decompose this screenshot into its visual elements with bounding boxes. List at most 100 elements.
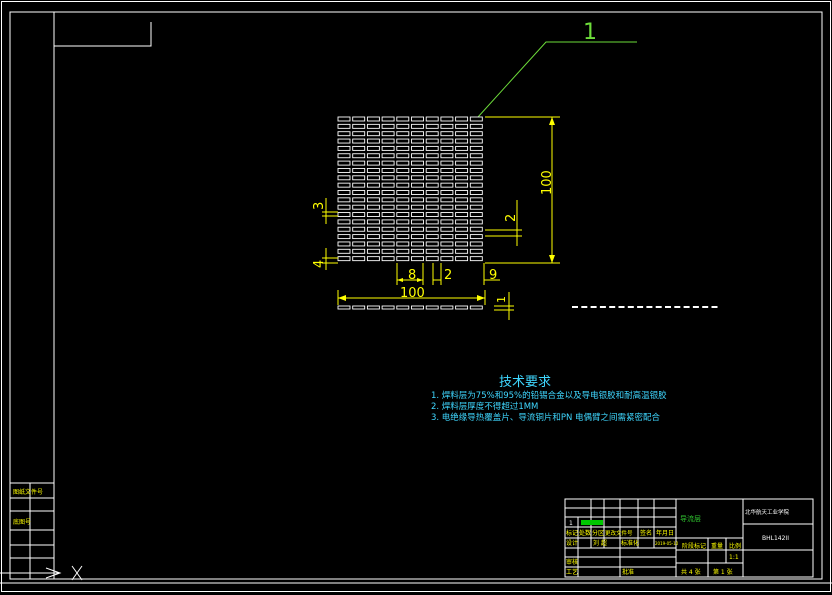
thermoelectric-cell	[337, 248, 351, 254]
tb-hdr-2: 分区	[592, 529, 604, 537]
thermoelectric-cell	[366, 234, 380, 240]
thermoelectric-cell	[381, 175, 395, 181]
thermoelectric-cell	[352, 204, 366, 210]
tb-hdr-0: 标记	[566, 529, 578, 537]
thermoelectric-cell	[352, 131, 366, 137]
section-strip-segment	[692, 306, 699, 308]
thermoelectric-cell	[455, 248, 469, 254]
thermoelectric-cell	[411, 226, 424, 232]
thermoelectric-cell	[337, 182, 351, 188]
thermoelectric-cell	[352, 116, 366, 122]
top-corner-bracket	[54, 22, 152, 47]
thermoelectric-cell	[425, 116, 439, 122]
thermoelectric-cell	[469, 234, 483, 240]
thermoelectric-cell	[425, 145, 439, 151]
thermoelectric-cell	[455, 145, 469, 151]
thermoelectric-cell	[337, 167, 351, 173]
thermoelectric-cell	[352, 175, 366, 181]
thermoelectric-cell	[396, 167, 410, 173]
ucs-icon	[0, 565, 832, 584]
thermoelectric-cell	[381, 190, 395, 195]
strip-cell	[381, 305, 395, 310]
thermoelectric-cell	[381, 138, 395, 144]
section-strip-segment	[665, 306, 671, 308]
thermoelectric-cell	[366, 160, 380, 166]
thermoelectric-cell	[455, 219, 469, 225]
tech-req-line-1: 1. 焊料层为75%和95%的铅锡合金以及导电银胶和耐高温银胶	[431, 390, 667, 401]
thermoelectric-cell	[411, 131, 424, 137]
thermoelectric-cell	[440, 248, 454, 254]
thermoelectric-cell-grid	[337, 116, 483, 262]
strip-cell	[411, 305, 424, 310]
thermoelectric-cell	[381, 153, 395, 159]
thermoelectric-cell	[352, 182, 366, 188]
thermoelectric-cell	[455, 226, 469, 232]
tb-designer-name: 刘 超	[593, 539, 607, 547]
thermoelectric-cell	[366, 190, 380, 195]
tb-designer-label: 设计	[566, 539, 578, 547]
thermoelectric-cell	[396, 116, 410, 122]
tb-approve-label: 批准	[622, 568, 634, 576]
section-strip-segment	[590, 306, 597, 308]
thermoelectric-cell	[366, 204, 380, 210]
thermoelectric-cell	[352, 138, 366, 144]
tech-req-line-2: 2. 焊料层厚度不得超过1MM	[431, 401, 538, 412]
thermoelectric-cell	[411, 212, 424, 218]
tb-company: 北华航天工业学院	[745, 508, 790, 516]
thermoelectric-cell	[440, 256, 454, 262]
section-view-strip	[572, 306, 718, 308]
thermoelectric-cell	[469, 123, 483, 129]
thermoelectric-cell	[455, 175, 469, 181]
thermoelectric-cell	[337, 175, 351, 181]
dim-2-vertical: 2	[504, 214, 519, 222]
thermoelectric-cell	[396, 145, 410, 151]
thermoelectric-cell	[440, 145, 454, 151]
thermoelectric-cell	[411, 182, 424, 188]
thermoelectric-cell	[469, 131, 483, 137]
thermoelectric-cell	[455, 131, 469, 137]
thermoelectric-cell	[411, 197, 424, 203]
thermoelectric-cell	[440, 131, 454, 137]
thermoelectric-cell	[440, 234, 454, 240]
section-strip-segment	[683, 306, 690, 308]
thermoelectric-cell	[411, 234, 424, 240]
thermoelectric-cell	[469, 116, 483, 122]
thermoelectric-cell	[440, 212, 454, 218]
thermoelectric-cell	[425, 256, 439, 262]
thermoelectric-cell	[381, 197, 395, 203]
dim-4: 4	[312, 260, 327, 268]
cad-drawing-canvas[interactable]: 图纸文件号 底图号 1 100 2 3 4 8 2 9 100 1 技术要求 1…	[0, 0, 832, 595]
strip-cell	[440, 305, 454, 310]
thermoelectric-cell	[381, 131, 395, 137]
thermoelectric-cell	[381, 116, 395, 122]
thermoelectric-cell	[411, 160, 424, 166]
thermoelectric-cell	[381, 234, 395, 240]
thermoelectric-cell	[352, 123, 366, 129]
tb-hdr-3: 更改文件号	[605, 529, 633, 537]
thermoelectric-cell	[469, 160, 483, 166]
section-strip-segment	[572, 306, 578, 308]
thermoelectric-cell	[381, 219, 395, 225]
thermoelectric-cell	[455, 190, 469, 195]
strip-cell	[337, 305, 351, 310]
section-strip-segment	[627, 306, 634, 308]
tb-standardization-label: 标准化	[621, 539, 639, 547]
thermoelectric-cell	[425, 175, 439, 181]
thermoelectric-cell	[469, 219, 483, 225]
thermoelectric-cell	[381, 160, 395, 166]
side-view-strip	[337, 305, 483, 310]
section-strip-segment	[599, 306, 606, 308]
tb-scale-label: 比例	[729, 542, 741, 550]
tb-review-label: 审核	[566, 558, 578, 566]
thermoelectric-cell	[469, 190, 483, 195]
dim-9: 9	[489, 268, 497, 283]
thermoelectric-cell	[381, 241, 395, 247]
strip-cell	[425, 305, 439, 310]
thermoelectric-cell	[381, 182, 395, 188]
thermoelectric-cell	[425, 204, 439, 210]
thermoelectric-cell	[469, 241, 483, 247]
side-label-b: 底图号	[13, 518, 31, 526]
thermoelectric-cell	[352, 241, 366, 247]
strip-cell	[469, 305, 483, 310]
thermoelectric-cell	[381, 204, 395, 210]
